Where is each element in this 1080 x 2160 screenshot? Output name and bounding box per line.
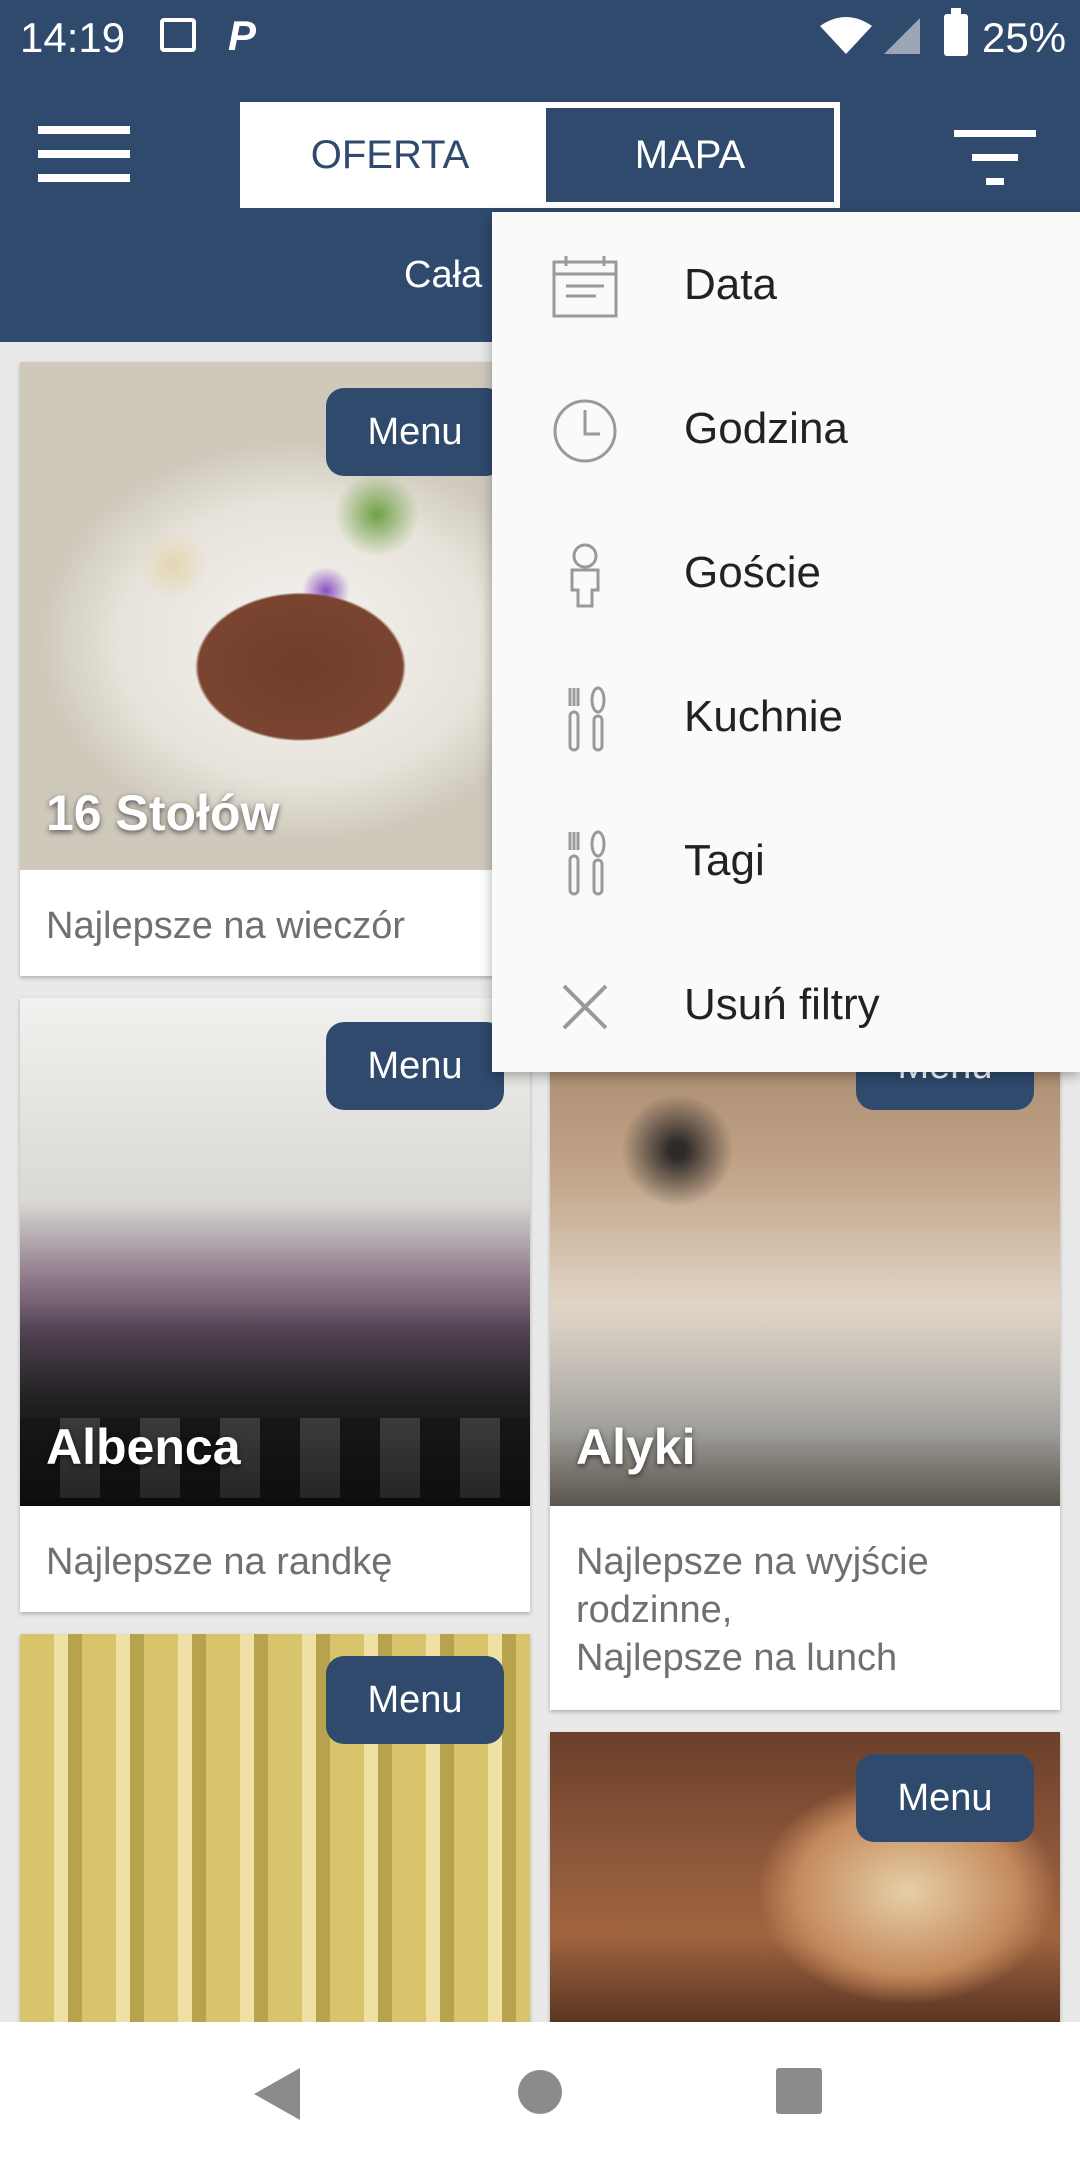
cutlery-icon [568, 686, 606, 752]
restaurant-description: Najlepsze na randkę [46, 1541, 393, 1583]
battery-icon [944, 8, 968, 56]
filter-item-label: Data [684, 260, 777, 309]
filter-item-goscie[interactable]: Goście [492, 500, 1080, 644]
tab-mapa[interactable]: MAPA [540, 102, 840, 208]
restaurant-description: Najlepsze na wyjście rodzinne, Najlepsze… [576, 1541, 929, 1679]
back-icon[interactable] [254, 2068, 300, 2120]
hamburger-menu-icon[interactable] [38, 126, 130, 182]
signal-icon [884, 18, 920, 54]
wifi-icon [820, 17, 872, 54]
filter-item-tagi[interactable]: Tagi [492, 788, 1080, 932]
filter-item-label: Goście [684, 548, 821, 597]
battery-percent: 25% [982, 14, 1067, 61]
system-navigation-bar [0, 2022, 1080, 2160]
filter-item-label: Tagi [684, 836, 765, 885]
filter-icon[interactable] [954, 130, 1036, 186]
restaurant-card[interactable]: Menu Albenca Najlepsze na randkę [20, 998, 530, 1612]
restaurant-card[interactable]: Menu Alyki Najlepsze na wyjście rodzinne… [550, 998, 1060, 1710]
parking-notification-icon: P [228, 12, 257, 59]
menu-button[interactable]: Menu [856, 1754, 1034, 1842]
status-time: 14:19 [20, 14, 126, 61]
restaurant-card[interactable]: Menu 16 Stołów Najlepsze na wieczór [20, 362, 530, 976]
filter-item-label: Kuchnie [684, 692, 844, 741]
tab-oferta[interactable]: OFERTA [240, 102, 540, 208]
home-icon[interactable] [518, 2070, 562, 2114]
restaurant-card[interactable]: Menu [550, 1732, 1060, 2022]
restaurant-card[interactable]: Menu [20, 1634, 530, 2022]
restaurant-description: Najlepsze na wieczór [46, 905, 406, 947]
filter-item-godzina[interactable]: Godzina [492, 356, 1080, 500]
gallery-notification-icon [160, 18, 196, 52]
filter-item-data[interactable]: Data [492, 212, 1080, 356]
filter-dropdown-menu: Data Godzina Goście Kuchnie Tagi Usuń fi… [492, 212, 1080, 1072]
menu-button[interactable]: Menu [326, 388, 504, 476]
filter-item-label: Usuń filtry [684, 980, 880, 1029]
status-bar: 14:19 P 25% [0, 0, 1080, 72]
calendar-icon [552, 256, 618, 318]
location-subtitle[interactable]: Cała [404, 254, 482, 297]
menu-button[interactable]: Menu [326, 1022, 504, 1110]
close-icon [562, 984, 608, 1030]
filter-item-kuchnie[interactable]: Kuchnie [492, 644, 1080, 788]
clock-icon [553, 399, 617, 463]
filter-item-label: Godzina [684, 404, 848, 453]
filter-item-usun-filtry[interactable]: Usuń filtry [492, 932, 1080, 1076]
restaurant-name: Alyki [576, 1419, 696, 1475]
restaurant-name: Albenca [46, 1419, 241, 1475]
person-icon [570, 543, 600, 608]
menu-button[interactable]: Menu [326, 1656, 504, 1744]
view-tabs: OFERTA MAPA [240, 102, 840, 208]
restaurant-name: 16 Stołów [46, 785, 280, 841]
cutlery-icon [568, 830, 606, 896]
recent-apps-icon[interactable] [776, 2068, 822, 2114]
